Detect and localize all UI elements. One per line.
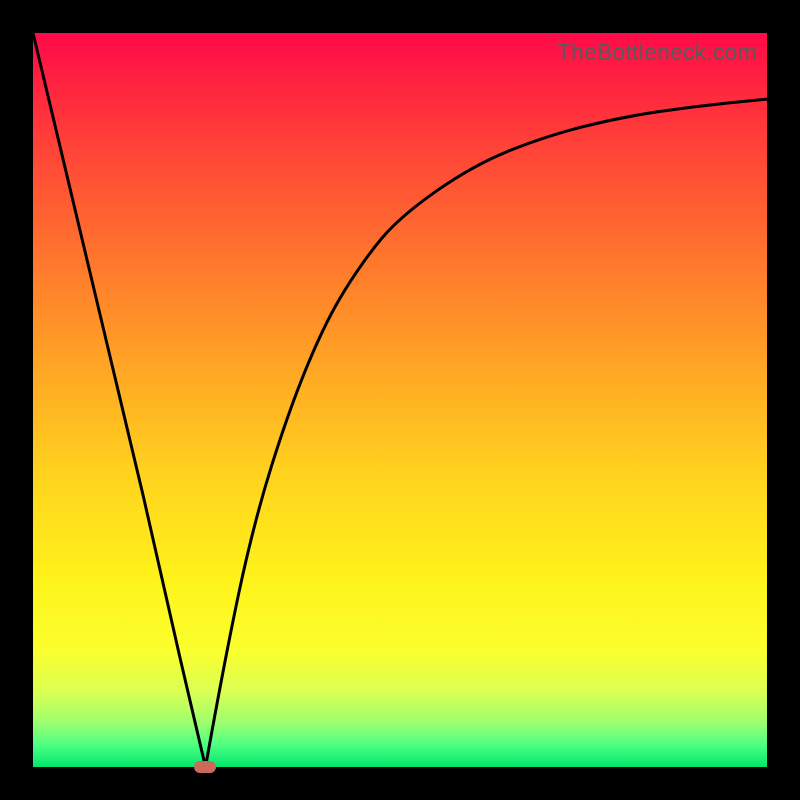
curve-right-branch [206,99,768,767]
optimal-marker [194,761,216,773]
plot-area: TheBottleneck.com [33,33,767,767]
curve-left-branch [33,33,206,767]
chart-frame: TheBottleneck.com [0,0,800,800]
bottleneck-curve [33,33,767,767]
